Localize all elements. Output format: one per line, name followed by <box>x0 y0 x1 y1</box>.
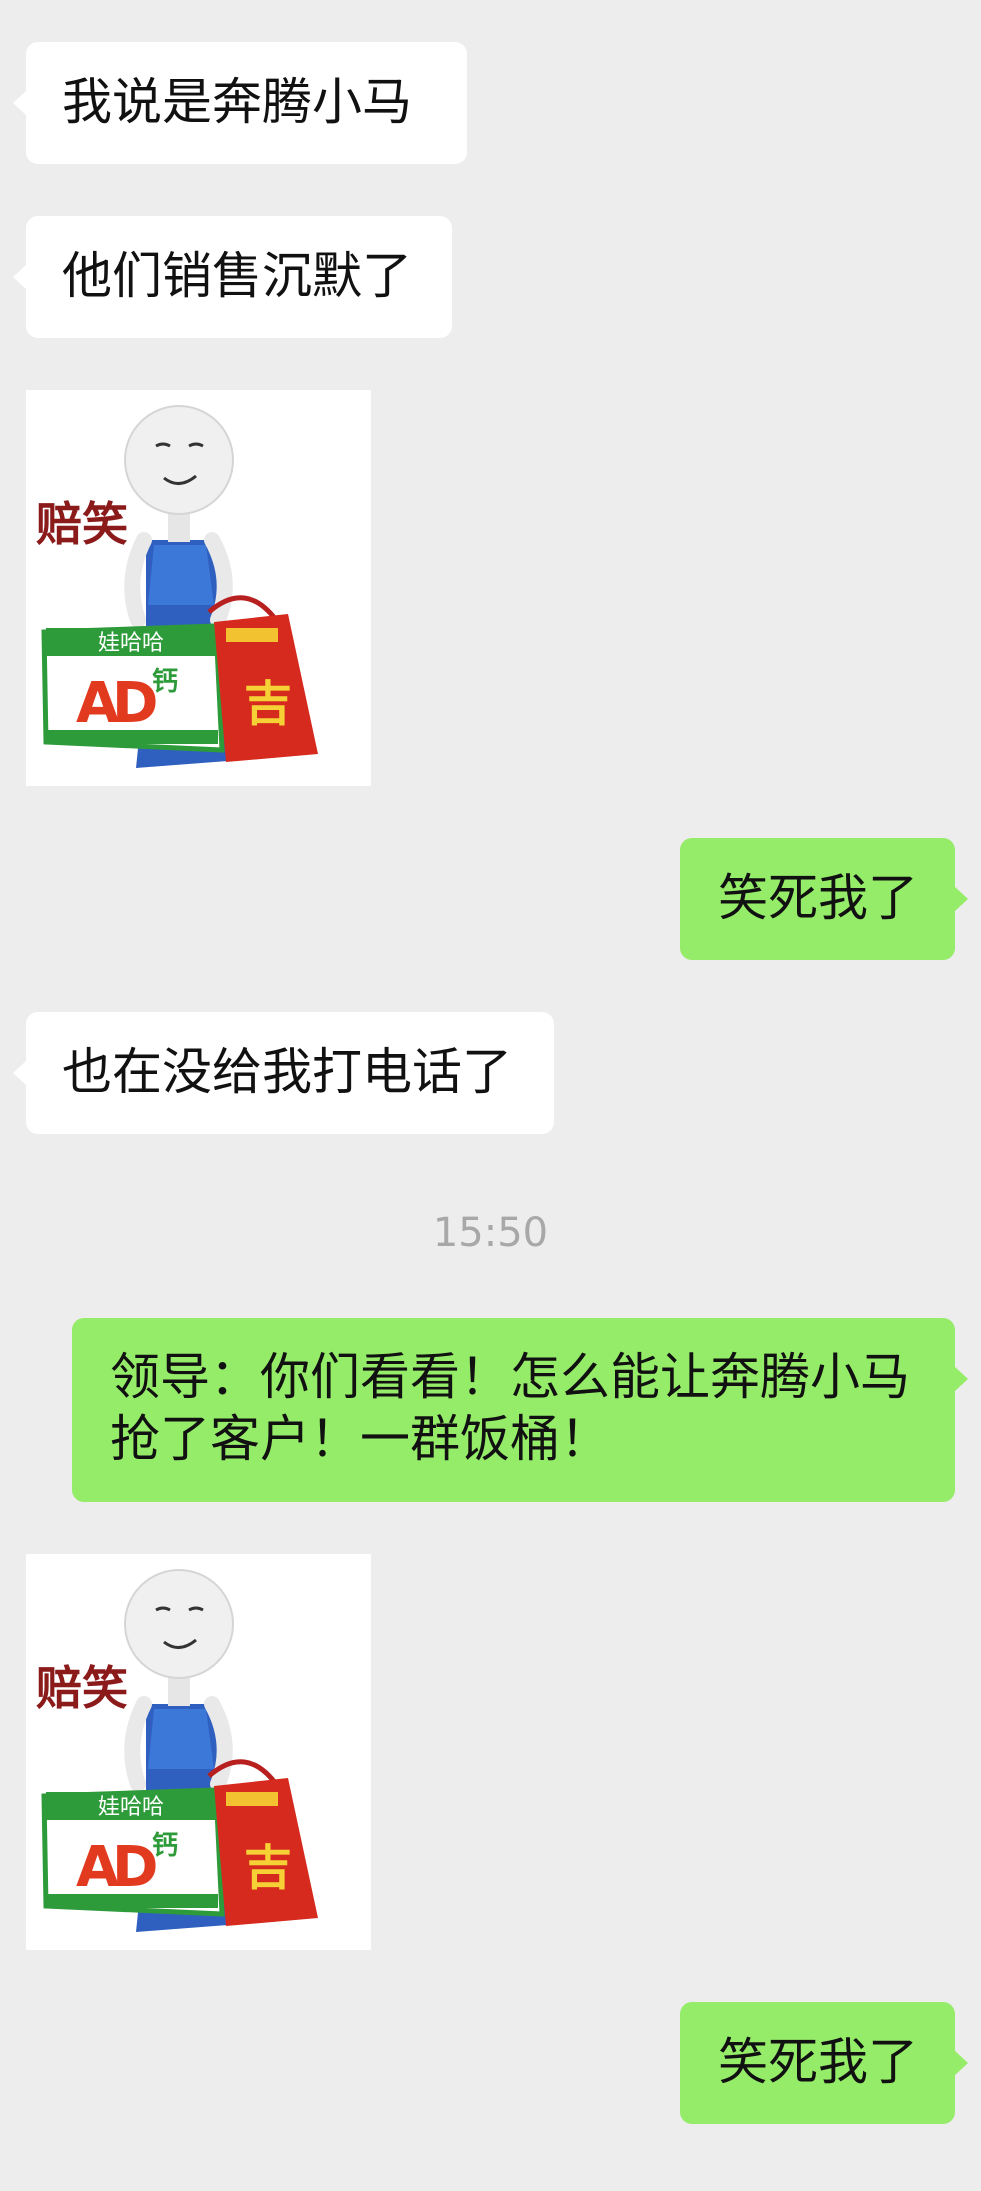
message-text: 我说是奔腾小马 <box>62 73 412 131</box>
incoming-message[interactable]: 也在没给我打电话了 <box>13 1012 554 1134</box>
incoming-message[interactable]: 我说是奔腾小马 <box>13 42 467 164</box>
svg-text:娃哈哈: 娃哈哈 <box>98 1795 164 1820</box>
svg-text:娃哈哈: 娃哈哈 <box>98 631 164 656</box>
message-timestamp: 15:50 <box>432 1210 549 1256</box>
smiling-figure-sticker-icon: 娃哈哈 A D 钙 吉 赔笑 <box>36 1569 318 1932</box>
svg-text:赔笑: 赔笑 <box>36 1661 128 1715</box>
svg-text:钙: 钙 <box>152 667 178 697</box>
svg-text:吉: 吉 <box>244 1840 292 1896</box>
svg-text:钙: 钙 <box>152 1831 178 1861</box>
sticker-image[interactable]: 娃哈哈 A D 钙 吉 赔笑 <box>26 390 371 786</box>
outgoing-message[interactable]: 笑死我了 <box>680 2002 968 2124</box>
svg-text:吉: 吉 <box>244 676 292 732</box>
message-text: 也在没给我打电话了 <box>62 1043 512 1101</box>
sticker-image[interactable]: 娃哈哈 A D 钙 吉 赔笑 <box>26 1554 371 1950</box>
smiling-figure-sticker-icon: 娃哈哈 A D 钙 吉 赔笑 <box>36 405 318 768</box>
svg-text:赔笑: 赔笑 <box>36 497 128 551</box>
message-text-line: 抢了客户！一群饭桶！ <box>110 1410 610 1468</box>
message-text: 笑死我了 <box>718 2033 918 2091</box>
message-text-line: 领导：你们看看！怎么能让奔腾小马 <box>110 1348 910 1406</box>
outgoing-message[interactable]: 领导：你们看看！怎么能让奔腾小马 抢了客户！一群饭桶！ <box>72 1318 968 1502</box>
outgoing-message[interactable]: 笑死我了 <box>680 838 968 960</box>
incoming-message[interactable]: 他们销售沉默了 <box>13 216 452 338</box>
message-text: 他们销售沉默了 <box>62 247 412 305</box>
message-text: 笑死我了 <box>718 869 918 927</box>
